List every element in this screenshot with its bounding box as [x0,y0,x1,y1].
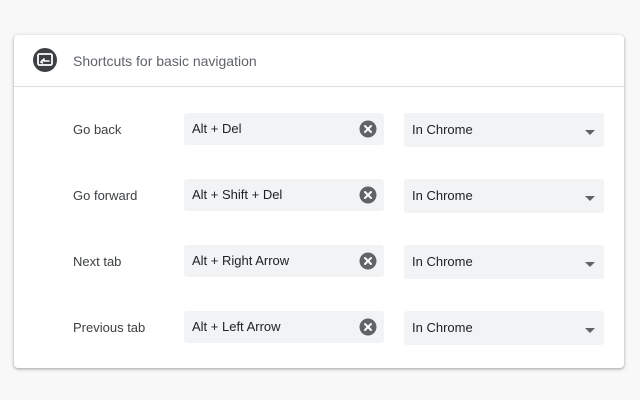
dropdown-arrow-icon [584,191,596,201]
scope-select[interactable]: In Chrome [404,113,604,147]
clear-icon[interactable] [359,186,377,204]
row-label: Go forward [73,188,138,203]
scope-value: In Chrome [412,122,473,137]
keyboard-shortcut-icon [33,48,57,72]
clear-icon[interactable] [359,318,377,336]
scope-select[interactable]: In Chrome [404,179,604,213]
dropdown-arrow-icon [584,257,596,267]
dropdown-arrow-icon [584,125,596,135]
shortcut-row-next-tab: Next tab Alt + Right Arrow In Chrome [14,245,624,279]
shortcut-input[interactable]: Alt + Shift + Del [184,179,384,211]
shortcut-row-go-forward: Go forward Alt + Shift + Del In Chrome [14,179,624,213]
scope-select[interactable]: In Chrome [404,311,604,345]
shortcut-value: Alt + Del [192,121,242,136]
shortcut-value: Alt + Left Arrow [192,319,281,334]
scope-select[interactable]: In Chrome [404,245,604,279]
row-label: Go back [73,122,122,137]
shortcut-row-previous-tab: Previous tab Alt + Left Arrow In Chrome [14,311,624,345]
shortcut-value: Alt + Shift + Del [192,187,283,202]
scope-value: In Chrome [412,188,473,203]
clear-icon[interactable] [359,120,377,138]
dropdown-arrow-icon [584,323,596,333]
clear-icon[interactable] [359,252,377,270]
card-header: Shortcuts for basic navigation [14,35,624,87]
section-title: Shortcuts for basic navigation [73,53,257,69]
shortcut-input[interactable]: Alt + Left Arrow [184,311,384,343]
shortcuts-card: Shortcuts for basic navigation Go back A… [14,35,624,368]
scope-value: In Chrome [412,320,473,335]
shortcut-input[interactable]: Alt + Right Arrow [184,245,384,277]
shortcut-input[interactable]: Alt + Del [184,113,384,145]
row-label: Previous tab [73,320,146,335]
shortcut-value: Alt + Right Arrow [192,253,290,268]
scope-value: In Chrome [412,254,473,269]
row-label: Next tab [73,254,122,269]
shortcut-row-go-back: Go back Alt + Del In Chrome [14,113,624,147]
